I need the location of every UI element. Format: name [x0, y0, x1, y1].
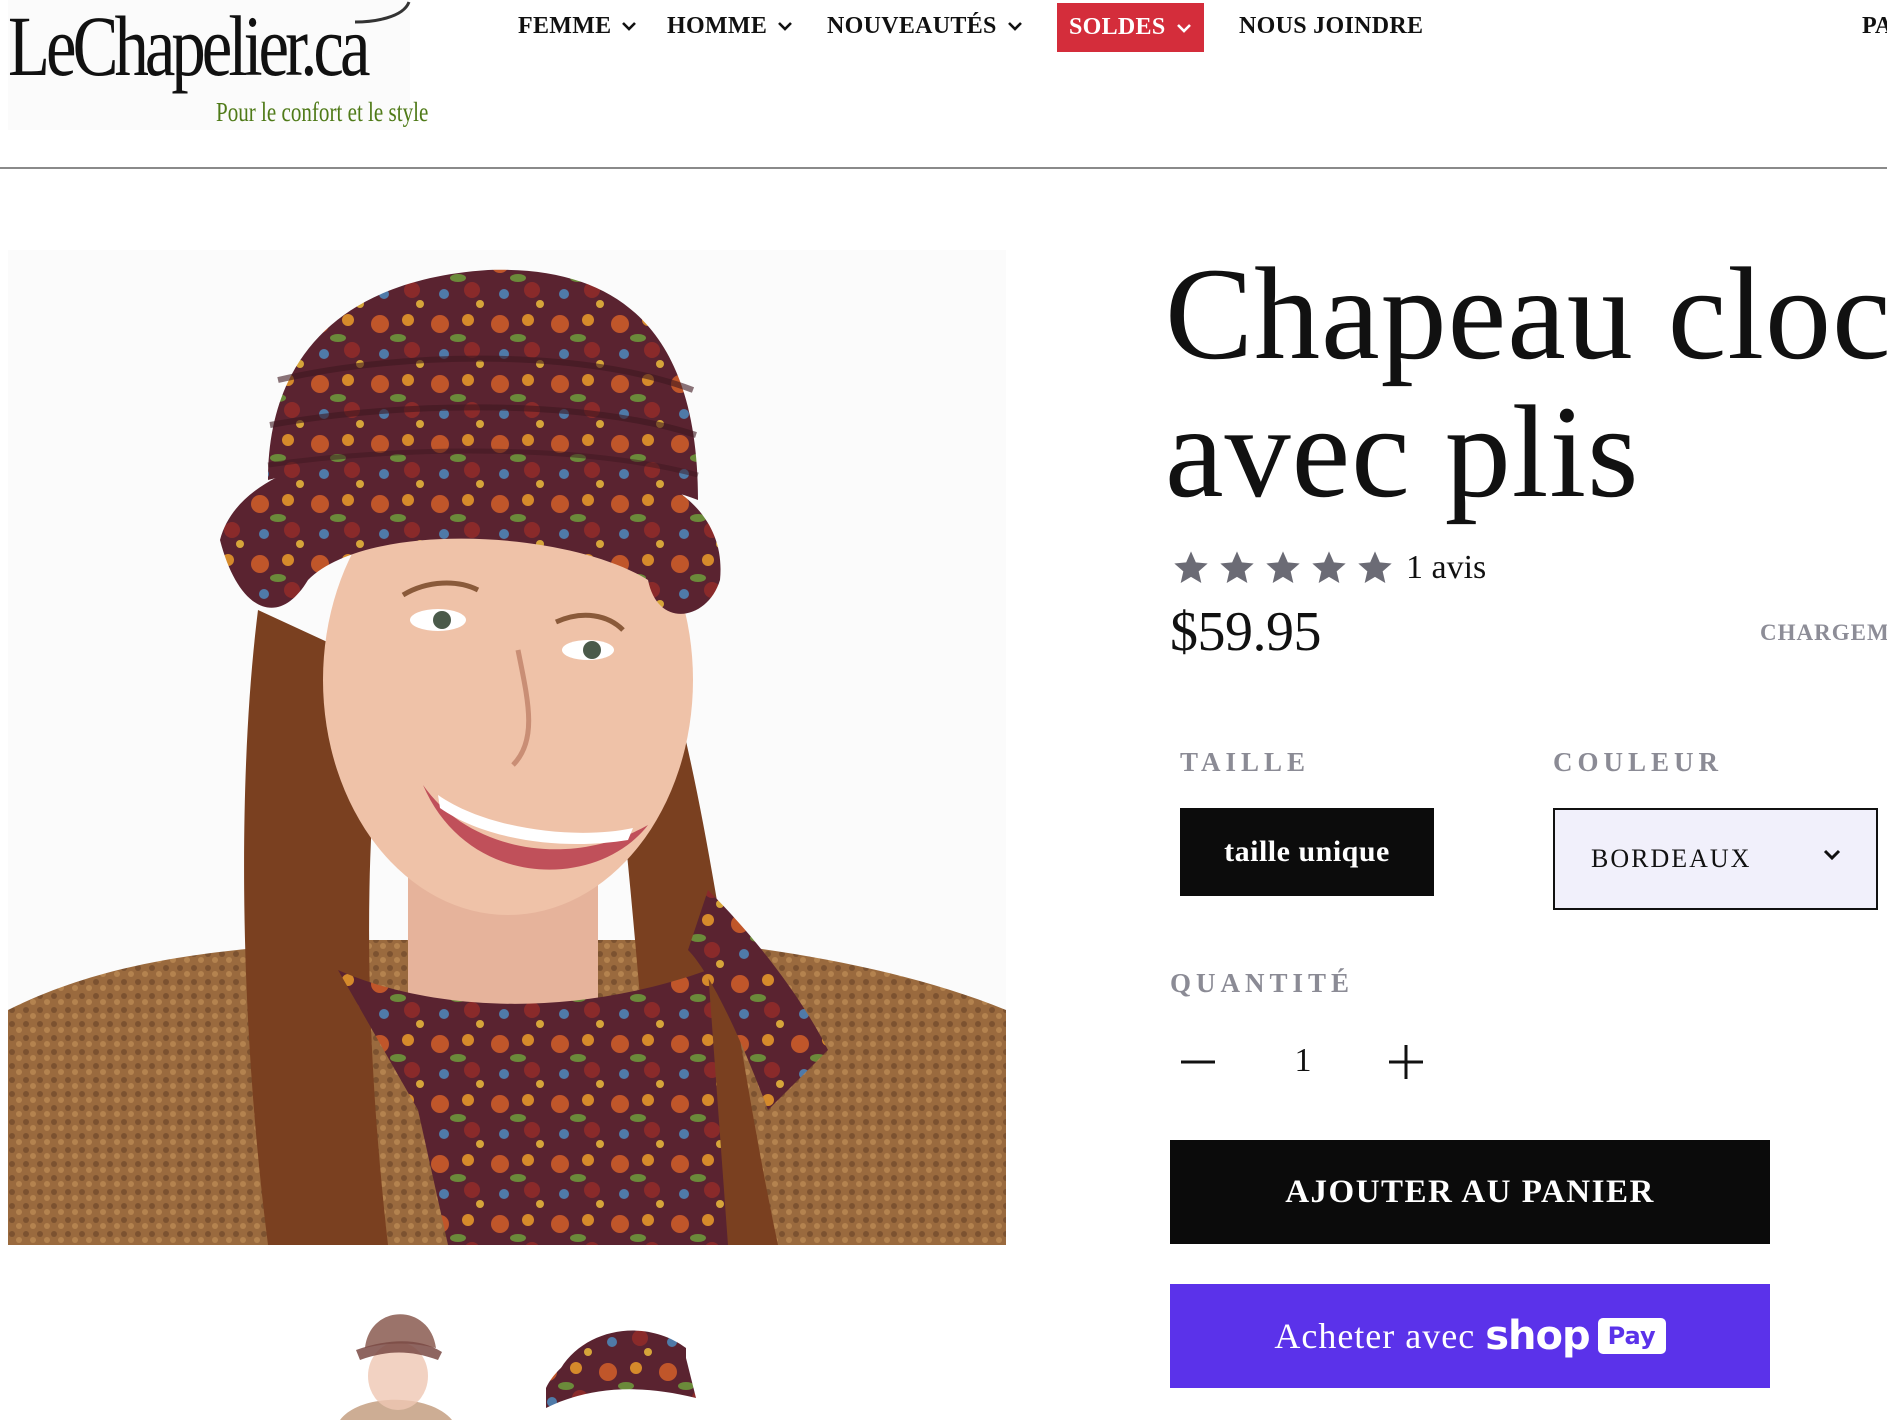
product-price: $59.95 — [1170, 601, 1322, 663]
thumbnail-model-image — [330, 1298, 460, 1420]
thumbnail-hat-image — [536, 1298, 696, 1420]
product-title-line-1: Chapeau cloc — [1165, 240, 1887, 387]
review-count[interactable]: 1 avis — [1406, 549, 1486, 587]
chevron-down-icon — [1007, 20, 1023, 32]
quantity-value[interactable]: 1 — [1285, 1042, 1321, 1080]
logo-wordmark: LeChapelier.ca — [8, 0, 370, 94]
logo-tagline: Pour le confort et le style — [216, 97, 429, 127]
chevron-down-icon — [1176, 22, 1192, 34]
nav-item-nouveautes[interactable]: NOUVEAUTÉS — [827, 0, 1023, 52]
header-divider — [0, 167, 1887, 169]
shipping-note[interactable]: CHARGEM — [1760, 620, 1887, 646]
color-label: COULEUR — [1553, 747, 1724, 777]
size-label: TAILLE — [1180, 747, 1311, 777]
star-icon — [1358, 551, 1392, 583]
color-select-value: BORDEAUX — [1591, 844, 1752, 873]
shop-pay-button[interactable]: Acheter avec shop Pay — [1170, 1284, 1770, 1388]
chevron-down-icon — [1822, 848, 1842, 867]
quantity-increase-button[interactable] — [1381, 1040, 1431, 1090]
product-title-line-2: avec plis — [1165, 378, 1640, 525]
star-icon — [1312, 551, 1346, 583]
color-select[interactable]: BORDEAUX — [1553, 808, 1878, 910]
nav-item-soldes[interactable]: SOLDES — [1057, 3, 1204, 52]
product-photo-illustration — [8, 250, 1006, 1245]
add-to-cart-button[interactable]: AJOUTER AU PANIER — [1170, 1140, 1770, 1244]
chevron-down-icon — [777, 20, 793, 32]
shop-pay-logo: shop — [1485, 1313, 1590, 1359]
minus-icon — [1181, 1060, 1215, 1064]
thumbnail-model[interactable] — [330, 1298, 460, 1420]
star-rating — [1170, 548, 1396, 588]
nav-label: HOMME — [667, 12, 768, 39]
shop-pay-badge: Pay — [1597, 1318, 1666, 1354]
nav-item-overflow[interactable]: PA — [1862, 0, 1887, 52]
plus-icon — [1389, 1045, 1423, 1079]
star-icon — [1266, 551, 1300, 583]
star-icon — [1220, 551, 1254, 583]
quantity-decrease-button[interactable] — [1173, 1040, 1223, 1090]
nav-label: NOUVEAUTÉS — [827, 12, 997, 39]
thumbnail-hat[interactable] — [536, 1298, 696, 1420]
shop-pay-label: Acheter avec — [1274, 1316, 1476, 1356]
product-main-image[interactable] — [8, 250, 1006, 1245]
product-rating[interactable]: 1 avis — [1170, 548, 1486, 588]
nav-item-femme[interactable]: FEMME — [518, 0, 637, 52]
size-option-button[interactable]: taille unique — [1180, 808, 1434, 896]
nav-label: FEMME — [518, 12, 612, 39]
nav-item-homme[interactable]: HOMME — [667, 0, 793, 52]
site-logo[interactable]: LeChapelier.ca Pour le confort et le sty… — [8, 0, 428, 130]
nav-label: NOUS JOINDRE — [1239, 12, 1424, 39]
product-title: Chapeau cloc avec plis — [1165, 245, 1887, 521]
logo-swoosh-icon — [354, 1, 411, 24]
chevron-down-icon — [621, 20, 637, 32]
nav-label: SOLDES — [1069, 14, 1166, 40]
star-icon — [1174, 551, 1208, 583]
quantity-label: QUANTITÉ — [1170, 968, 1355, 998]
nav-item-nous-joindre[interactable]: NOUS JOINDRE — [1239, 0, 1423, 52]
